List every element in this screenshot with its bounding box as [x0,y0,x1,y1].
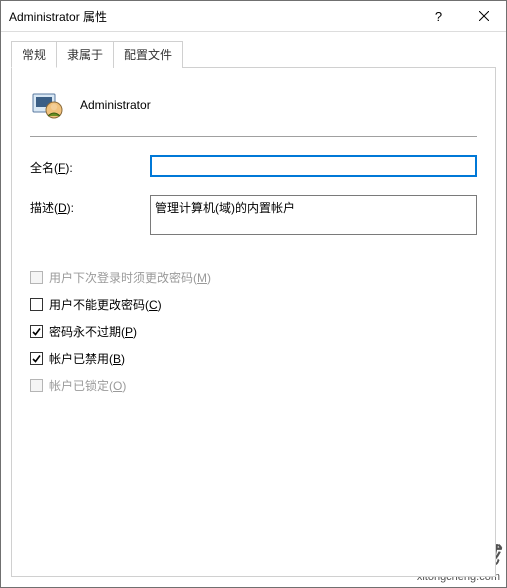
check-account-locked: 帐户已锁定(O) [30,377,477,394]
window-title: Administrator 属性 [1,8,416,25]
check-must-change: 用户下次登录时须更改密码(M) [30,269,477,286]
dialog-window: Administrator 属性 ? 常规 隶属于 配置文件 [0,0,507,588]
close-button[interactable] [461,2,506,31]
check-label: 帐户已禁用(B) [49,350,125,367]
checkbox-icon [30,271,43,284]
fullname-label: 全名(F): [30,155,150,176]
separator [30,136,477,137]
check-account-disabled[interactable]: 帐户已禁用(B) [30,350,477,367]
tab-profile[interactable]: 配置文件 [113,41,183,68]
check-cannot-change[interactable]: 用户不能更改密码(C) [30,296,477,313]
tab-memberof[interactable]: 隶属于 [56,41,114,68]
help-button[interactable]: ? [416,2,461,31]
close-icon [479,9,489,24]
checkbox-icon [30,298,43,311]
row-description: 描述(D): 管理计算机(域)的内置帐户 [30,195,477,235]
check-label: 密码永不过期(P) [49,323,137,340]
check-label: 用户下次登录时须更改密码(M) [49,269,211,286]
fullname-input[interactable] [150,155,477,177]
description-input[interactable]: 管理计算机(域)的内置帐户 [150,195,477,235]
check-label: 用户不能更改密码(C) [49,296,162,313]
tab-panel-general: Administrator 全名(F): 描述(D): 管理计算机(域)的内置帐… [11,67,496,577]
tab-general[interactable]: 常规 [11,41,57,68]
checkbox-icon [30,325,43,338]
user-icon [30,88,64,122]
checkbox-icon [30,352,43,365]
description-label: 描述(D): [30,195,150,216]
titlebar[interactable]: Administrator 属性 ? [1,1,506,32]
account-header: Administrator [30,88,477,122]
tab-strip: 常规 隶属于 配置文件 [11,40,496,67]
check-never-expire[interactable]: 密码永不过期(P) [30,323,477,340]
checkbox-icon [30,379,43,392]
row-fullname: 全名(F): [30,155,477,177]
check-label: 帐户已锁定(O) [49,377,126,394]
account-name: Administrator [80,98,151,112]
client-area: 常规 隶属于 配置文件 Administrator [1,32,506,587]
